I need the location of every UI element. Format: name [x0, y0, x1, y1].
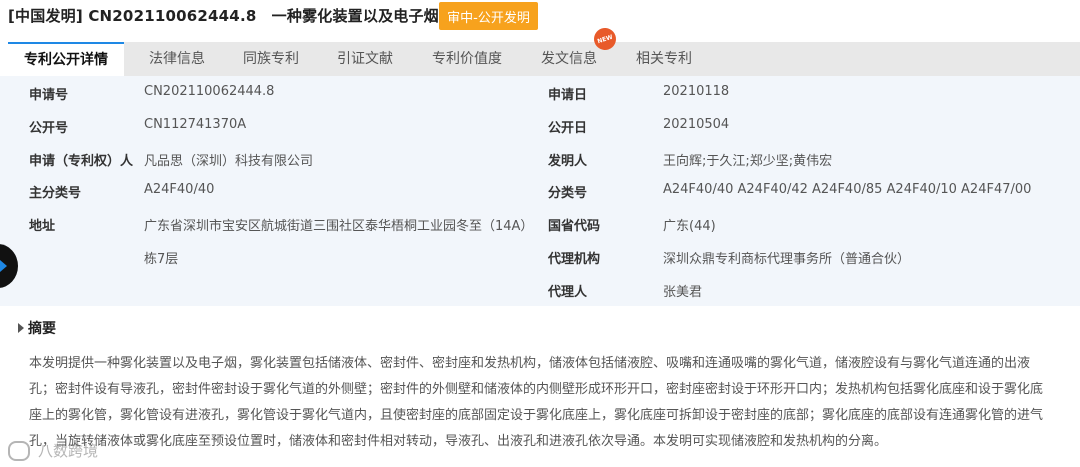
publication-no-value: CN112741370A [144, 117, 247, 132]
tab-legal-info[interactable]: 法律信息 [149, 42, 205, 76]
class-no-label: 分类号 [548, 186, 588, 201]
address-value-line2: 栋7层 [144, 252, 179, 267]
abstract-line: 本发明提供一种雾化装置以及电子烟，雾化装置包括储液体、密封件、密封座和发热机构，… [29, 356, 1031, 371]
agent-label: 代理人 [548, 285, 588, 300]
main-class-label: 主分类号 [29, 186, 82, 201]
province-code-value: 广东(44) [663, 219, 716, 234]
application-date-label: 申请日 [548, 88, 588, 103]
application-no-label: 申请号 [29, 88, 69, 103]
tab-patent-value[interactable]: 专利价值度 [432, 42, 502, 76]
address-value-line1: 广东省深圳市宝安区航城街道三围社区泰华梧桐工业园冬至（14A） [144, 219, 534, 234]
main-class-value: A24F40/40 [144, 182, 215, 197]
abstract-line: 孔；密封件设有导液孔，密封件密封设于雾化气道的外侧壁；密封件的外侧壁和储液体的内… [29, 382, 1044, 397]
province-code-label: 国省代码 [548, 219, 601, 234]
header: [中国发明] CN202110062444.8 一种雾化装置以及电子烟 审中-公… [0, 0, 1080, 32]
abstract-title: 摘要 [28, 321, 56, 337]
tab-family-patents[interactable]: 同族专利 [243, 42, 299, 76]
abstract-text: 本发明提供一种雾化装置以及电子烟，雾化装置包括储液体、密封件、密封座和发热机构，… [29, 351, 1059, 455]
page-title: [中国发明] CN202110062444.8 一种雾化装置以及电子烟 [8, 7, 439, 25]
inventor-value: 王向辉;于久江;郑少坚;黄伟宏 [663, 154, 833, 169]
play-arrow-icon [0, 260, 7, 272]
tab-document-info[interactable]: 发文信息 [541, 42, 597, 76]
publication-date-value: 20210504 [663, 117, 730, 132]
patent-details-panel: 申请号 CN202110062444.8 申请日 20210118 公开号 CN… [0, 76, 1080, 306]
tab-bar: 专利公开详情 法律信息 同族专利 引证文献 专利价值度 发文信息 相关专利 [8, 42, 1080, 76]
address-label: 地址 [29, 219, 56, 234]
inventor-label: 发明人 [548, 154, 588, 169]
tab-publication-details[interactable]: 专利公开详情 [8, 42, 124, 76]
expand-triangle-icon [18, 323, 24, 333]
abstract-line: 孔，当旋转储液体或雾化底座至预设位置时，储液体和密封件相对转动，导液孔、出液孔和… [29, 434, 888, 449]
application-no-value: CN202110062444.8 [144, 84, 275, 99]
status-button[interactable]: 审中-公开发明 [439, 2, 538, 30]
abstract-header[interactable]: 摘要 [18, 318, 56, 338]
tab-citations[interactable]: 引证文献 [337, 42, 393, 76]
watermark-logo-icon [8, 440, 30, 461]
agent-value: 张美君 [663, 285, 703, 300]
application-date-value: 20210118 [663, 84, 730, 99]
agency-label: 代理机构 [548, 252, 601, 267]
publication-no-label: 公开号 [29, 121, 69, 136]
watermark-text: 八数跨境 [38, 442, 99, 460]
applicant-value: 凡品思（深圳）科技有限公司 [144, 154, 314, 169]
agency-value: 深圳众鼎专利商标代理事务所（普通合伙） [663, 252, 911, 267]
class-no-value: A24F40/40 A24F40/42 A24F40/85 A24F40/10 … [663, 182, 1032, 197]
abstract-line: 座上的雾化管，雾化管设有进液孔，雾化管设于雾化气道内，且使密封座的底部固定设于雾… [29, 408, 1044, 423]
applicant-label: 申请（专利权）人 [29, 154, 134, 169]
publication-date-label: 公开日 [548, 121, 588, 136]
watermark: 八数跨境 [8, 440, 98, 461]
tab-related-patents[interactable]: 相关专利 [636, 42, 692, 76]
